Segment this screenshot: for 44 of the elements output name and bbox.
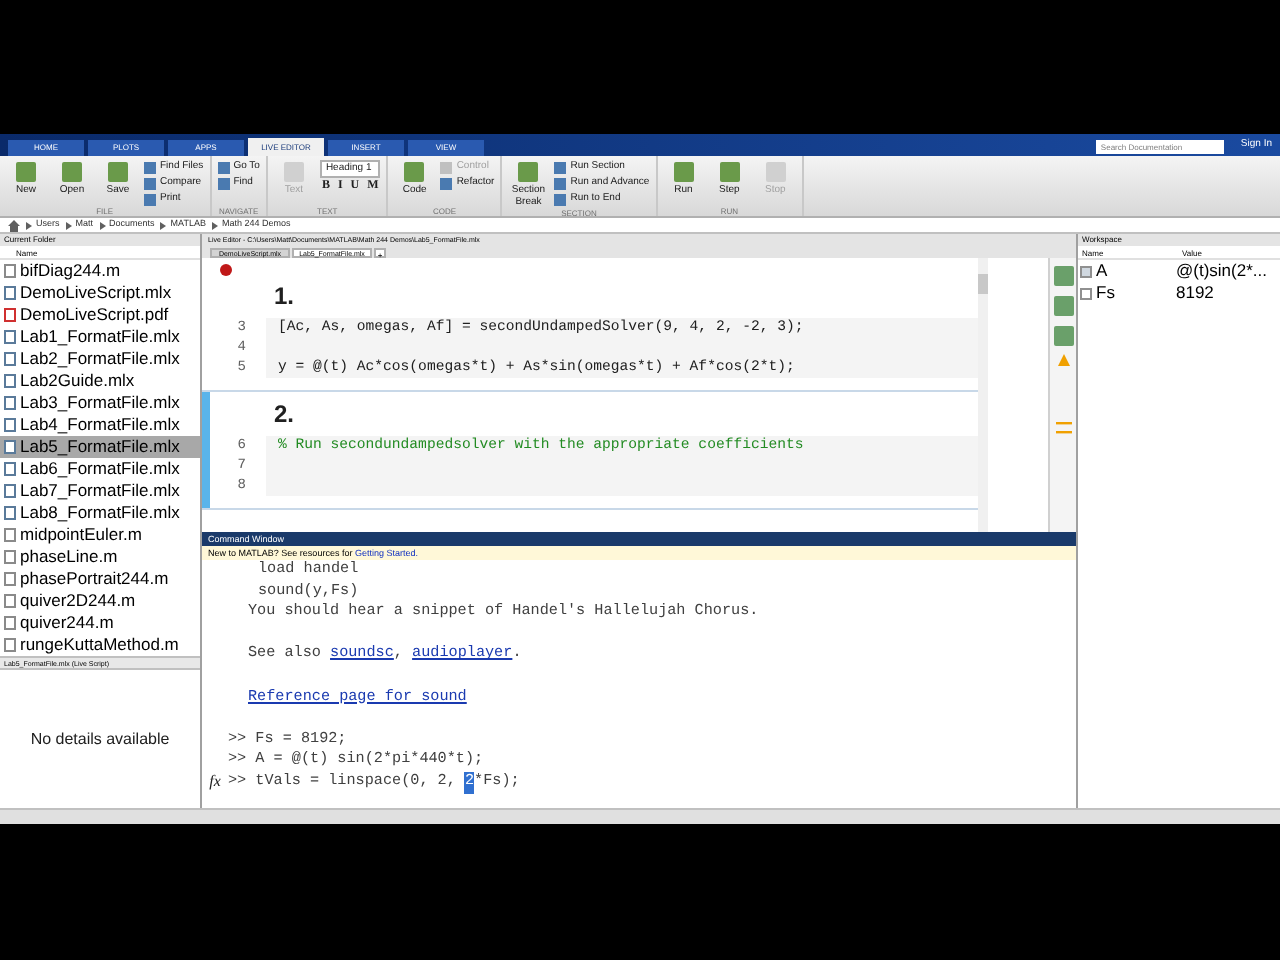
tool-icon bbox=[763, 160, 788, 184]
variable-name: A bbox=[1094, 258, 1110, 284]
details-message: No details available bbox=[30, 727, 170, 751]
file-item[interactable]: quiver244.m bbox=[0, 612, 200, 634]
chevron-icon bbox=[160, 221, 167, 229]
tool-icon bbox=[402, 160, 427, 184]
file-item[interactable]: quiver2D244.m bbox=[0, 590, 200, 612]
file-item[interactable]: phasePortrait244.m bbox=[0, 568, 200, 590]
chevron-icon bbox=[65, 221, 72, 229]
tool-icon bbox=[671, 160, 696, 184]
file-item[interactable]: Lab7_FormatFile.mlx bbox=[0, 480, 200, 502]
file-item[interactable]: rungeKuttaMethod.m bbox=[0, 634, 200, 656]
section-heading: 2. bbox=[272, 398, 295, 432]
chevron-icon bbox=[211, 221, 218, 229]
file-item[interactable]: phaseLine.m bbox=[0, 546, 200, 568]
file-item[interactable]: Lab2_FormatFile.mlx bbox=[0, 348, 200, 370]
file-item[interactable]: Lab4_FormatFile.mlx bbox=[0, 414, 200, 436]
variable-name: Fs bbox=[1094, 280, 1117, 306]
chevron-icon bbox=[99, 221, 106, 229]
home-icon[interactable] bbox=[8, 219, 20, 231]
function-prompt[interactable]: fx bbox=[209, 771, 221, 794]
file-item[interactable]: Lab1_FormatFile.mlx bbox=[0, 326, 200, 348]
file-item[interactable]: Lab8_FormatFile.mlx bbox=[0, 502, 200, 524]
tool-icon bbox=[516, 160, 541, 184]
file-item[interactable]: Lab6_FormatFile.mlx bbox=[0, 458, 200, 480]
tool-icon bbox=[60, 160, 84, 184]
error-icon bbox=[220, 264, 232, 276]
warning-icon bbox=[1057, 354, 1069, 366]
file-item[interactable]: DemoLiveScript.pdf bbox=[0, 304, 200, 326]
file-item[interactable]: midpointEuler.m bbox=[0, 524, 200, 546]
variable-value: @(t)sin(2*... bbox=[1176, 258, 1267, 284]
marker-icon bbox=[1055, 422, 1071, 434]
file-item[interactable]: Lab2Guide.mlx bbox=[0, 370, 200, 392]
file-item[interactable]: DemoLiveScript.mlx bbox=[0, 282, 200, 304]
tool-icon bbox=[281, 160, 306, 184]
tool-icon bbox=[106, 160, 130, 184]
file-item[interactable]: Lab5_FormatFile.mlx bbox=[0, 436, 200, 458]
tool-icon bbox=[717, 160, 742, 184]
variable-value: 8192 bbox=[1176, 280, 1214, 306]
file-item[interactable]: bifDiag244.m bbox=[0, 260, 200, 282]
section-heading: 1. bbox=[272, 280, 295, 314]
file-item[interactable]: Lab3_FormatFile.mlx bbox=[0, 392, 200, 414]
chevron-icon bbox=[26, 221, 32, 229]
tool-icon bbox=[14, 160, 38, 184]
